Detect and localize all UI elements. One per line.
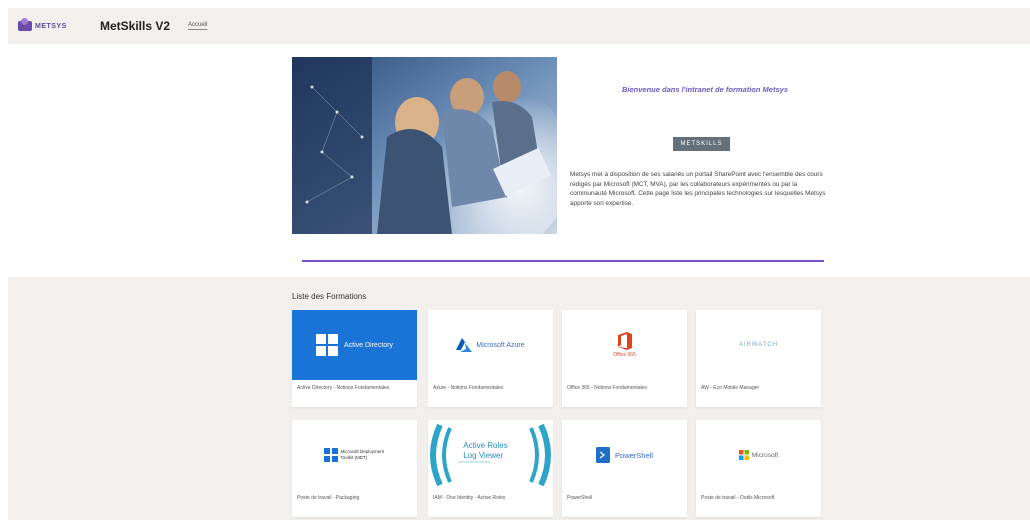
formation-card-active-directory[interactable]: Active Directory Active Directory - Noti… [292, 310, 417, 407]
card-logo-text: Microsoft Azure [476, 341, 525, 349]
card-image: Microsoft [696, 420, 821, 490]
formation-card-office365[interactable]: Office 365 Office 365 - Notions Fondamen… [562, 310, 687, 407]
nav-link-home[interactable]: Accueil [188, 22, 208, 30]
card-logo-text: Active Directory [343, 341, 393, 349]
card-logo-text: Microsoft Deployment Toolkit (MDT) [340, 449, 385, 460]
card-logo-line2: Log Viewer [463, 451, 504, 460]
card-caption: Poste de travail - Outils Microsoft [701, 495, 775, 501]
logo-text: METSYS [35, 22, 67, 30]
card-image: Microsoft Azure [428, 310, 553, 380]
card-image: PowerShell [562, 420, 687, 490]
hero-panel: Bienvenue dans l'intranet de formation M… [565, 57, 835, 234]
card-logo-text: PowerShell [615, 450, 653, 460]
card-logo-line1: Active Roles [463, 441, 508, 450]
card-image: Active Directory [292, 310, 417, 380]
metskills-tag[interactable]: METSKILLS [673, 137, 730, 151]
card-image: Office 365 [562, 310, 687, 380]
site-logo[interactable]: METSYS [18, 18, 86, 31]
metsys-logo-icon [18, 18, 32, 31]
card-caption: Azure - Notions Fondamentales [433, 385, 504, 391]
card-logo-text: Office 365 [613, 352, 636, 358]
formation-card-active-roles[interactable]: Active Roles Log Viewer IAM - One Identi… [428, 420, 553, 517]
section-divider [302, 260, 824, 262]
card-caption: Office 365 - Notions Fondamentales [567, 385, 647, 391]
site-title[interactable]: MetSkills V2 [100, 19, 170, 33]
card-logo-text: Microsoft [751, 451, 779, 459]
card-image: Microsoft Deployment Toolkit (MDT) [292, 420, 417, 490]
formation-card-airwatch[interactable]: AIRWATCH AW - Eco Mobile Manager [696, 310, 821, 407]
card-image: Active Roles Log Viewer [428, 420, 553, 490]
windows-logo-icon [315, 334, 338, 356]
formation-card-microsoft[interactable]: Microsoft Poste de travail - Outils Micr… [696, 420, 821, 517]
formation-card-azure[interactable]: Microsoft Azure Azure - Notions Fondamen… [428, 310, 553, 407]
card-image: AIRWATCH [696, 310, 821, 380]
card-caption: IAM - One Identity - Active Roles [433, 495, 506, 501]
top-bar: METSYS MetSkills V2 Accueil [8, 8, 1030, 44]
windows-logo-icon [323, 448, 338, 462]
hero-description: Metsys met à disposition de ses salariés… [570, 171, 826, 207]
card-caption: AW - Eco Mobile Manager [701, 385, 760, 391]
microsoft-logo-icon [738, 450, 749, 460]
formations-title: Liste des Formations [292, 292, 367, 301]
powershell-logo-icon [596, 447, 611, 463]
hero-image [292, 57, 557, 234]
card-caption: Active Directory - Notions Fondamentales [297, 385, 390, 391]
welcome-heading: Bienvenue dans l'intranet de formation M… [622, 85, 788, 94]
card-logo-text: AIRWATCH [738, 342, 779, 348]
card-caption: Poste de travail - Packaging [297, 495, 360, 501]
card-caption: PowerShell [567, 495, 593, 501]
office-logo-icon [617, 332, 632, 350]
hero-photo-illustration [292, 57, 557, 234]
formation-card-mdt[interactable]: Microsoft Deployment Toolkit (MDT) Poste… [292, 420, 417, 517]
formation-card-powershell[interactable]: PowerShell PowerShell [562, 420, 687, 517]
azure-logo-icon [456, 338, 473, 352]
